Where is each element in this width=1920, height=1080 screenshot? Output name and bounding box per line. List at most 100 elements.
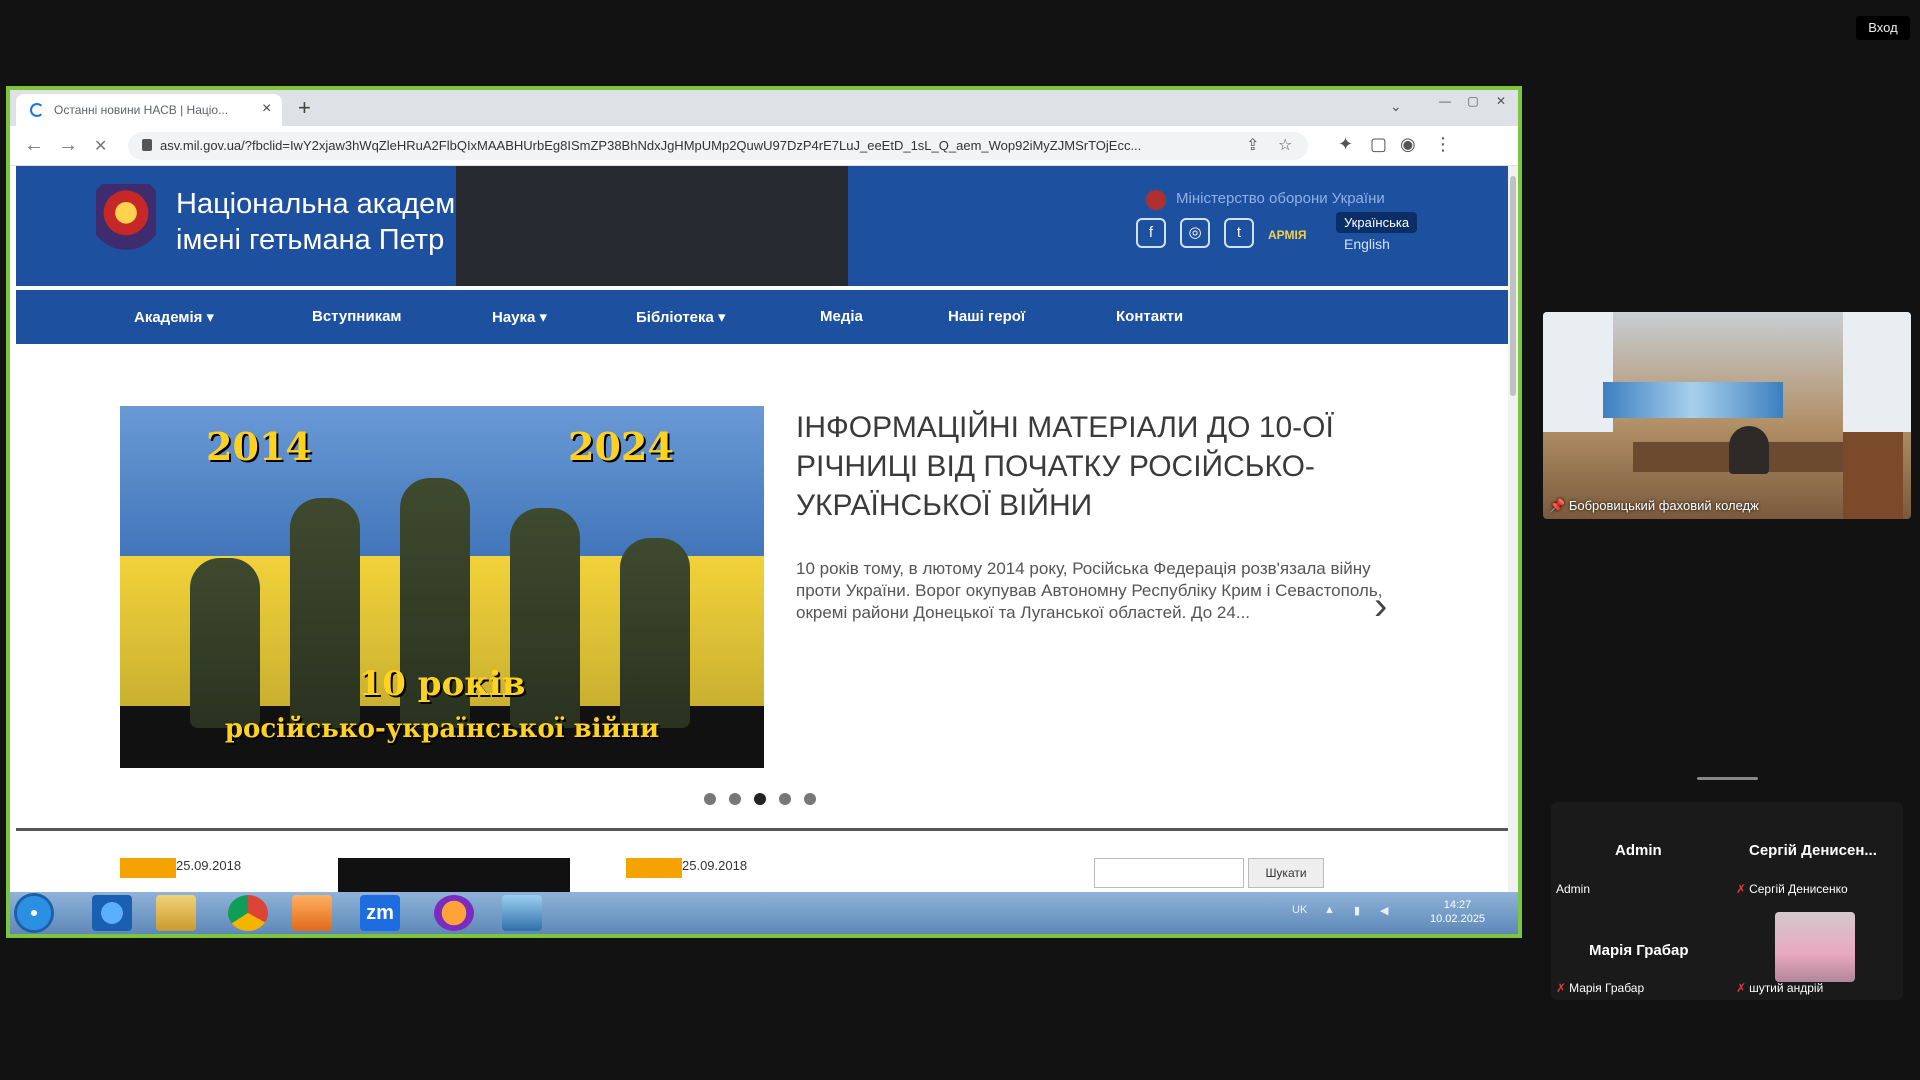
slide-excerpt: 10 років тому, в лютому 2014 року, Росій…: [796, 559, 1383, 622]
tab-strip: Останні новини НАСВ | Націо... × + ⌄ — ▢…: [10, 90, 1518, 126]
armia-logo[interactable]: АРМІЯ: [1268, 228, 1306, 242]
stop-loading-button[interactable]: ✕: [94, 136, 107, 156]
extensions-icon[interactable]: ✦: [1338, 134, 1353, 155]
participant-label: ✗ Марія Грабар: [1556, 981, 1644, 995]
nav-heroes[interactable]: Наші герої: [948, 308, 1025, 325]
sign-in-button[interactable]: Вход: [1856, 16, 1910, 40]
site-header: Національна академ імені гетьмана Петр М…: [16, 166, 1508, 286]
muted-mic-icon: ✗: [1736, 882, 1747, 896]
news-badge: [626, 858, 682, 878]
scrollbar-thumb[interactable]: [1510, 176, 1516, 396]
participant-label-text: шутий андрій: [1749, 981, 1824, 995]
website-viewport: Національна академ імені гетьмана Петр М…: [16, 166, 1508, 892]
twitter-icon[interactable]: t: [1224, 218, 1254, 248]
forward-button[interactable]: →: [58, 134, 78, 157]
nav-science[interactable]: Наука ▾: [492, 308, 547, 326]
nav-contacts[interactable]: Контакти: [1116, 308, 1183, 325]
clock-time: 14:27: [1443, 899, 1472, 911]
nav-library[interactable]: Бібліотека ▾: [636, 308, 726, 326]
crest-logo[interactable]: [96, 184, 156, 256]
news-date: 25.09.2018: [682, 858, 748, 873]
firefox-icon[interactable]: [434, 895, 474, 931]
participant-label: Admin: [1556, 882, 1591, 896]
nav-media[interactable]: Медіа: [820, 308, 863, 325]
volume-icon[interactable]: ◀: [1380, 904, 1388, 917]
tray-arrow-icon[interactable]: ▲: [1324, 904, 1335, 916]
slide-dots: [704, 792, 829, 810]
start-button[interactable]: [14, 893, 54, 933]
panel-drag-handle[interactable]: [1697, 777, 1758, 780]
tab-search-icon[interactable]: ⌄: [1390, 98, 1402, 115]
participant-video[interactable]: 📌 Бобровицький фаховий коледж: [1543, 312, 1911, 519]
new-tab-button[interactable]: +: [298, 95, 311, 121]
media-player-icon[interactable]: [292, 895, 332, 931]
site-title-line2: імені гетьмана Петр: [176, 224, 445, 256]
participant-thumbnail[interactable]: [1775, 912, 1855, 982]
tab-close-icon[interactable]: ×: [262, 100, 271, 118]
star-icon[interactable]: ☆: [1278, 135, 1292, 155]
wall-poster: [1603, 382, 1783, 418]
close-window-button[interactable]: ✕: [1484, 90, 1518, 112]
lock-icon[interactable]: [142, 139, 152, 151]
share-icon[interactable]: ⇪: [1246, 135, 1259, 155]
slide-image[interactable]: 2014 2024 10 років російсько-української…: [120, 406, 764, 768]
video-name-text: Бобровицький фаховий коледж: [1568, 498, 1759, 513]
ie-icon[interactable]: [92, 895, 132, 931]
nav-applicants[interactable]: Вступникам: [312, 308, 402, 325]
pin-icon: 📌: [1549, 498, 1569, 513]
zoom-icon[interactable]: zm: [360, 895, 400, 931]
slide-dot[interactable]: [704, 793, 716, 805]
main-nav: Академія ▾ Вступникам Наука ▾ Бібліотека…: [16, 290, 1508, 344]
browser-tab[interactable]: Останні новини НАСВ | Націо... ×: [16, 94, 282, 126]
system-clock[interactable]: 14:27 10.02.2025: [1430, 898, 1485, 926]
language-ukrainian[interactable]: Українська: [1336, 212, 1418, 233]
url-text[interactable]: asv.mil.gov.ua/?fbclid=IwY2xjaw3hWqZleHR…: [160, 138, 1160, 153]
podium: [1843, 432, 1903, 519]
muted-mic-icon: ✗: [1556, 981, 1567, 995]
chrome-icon[interactable]: [228, 895, 268, 931]
site-title[interactable]: Національна академ імені гетьмана Петр: [176, 186, 455, 258]
language-english[interactable]: English: [1344, 236, 1390, 252]
nav-academy[interactable]: Академія ▾: [134, 308, 214, 326]
slide-war-caption: російсько-української війни: [224, 714, 660, 744]
network-icon[interactable]: ▮: [1354, 904, 1360, 917]
video-name-label: 📌 Бобровицький фаховий коледж: [1549, 498, 1759, 514]
back-button[interactable]: ←: [24, 134, 44, 157]
slide-years-caption: 10 років: [358, 664, 526, 704]
slide-title[interactable]: ІНФОРМАЦІЙНІ МАТЕРІАЛИ ДО 10-ОЇ РІЧНИЦІ …: [796, 408, 1376, 525]
shared-screen: Останні новини НАСВ | Націо... × + ⌄ — ▢…: [6, 86, 1522, 938]
page-scrollbar[interactable]: [1508, 166, 1518, 892]
ministry-link[interactable]: Міністерство оборони України: [1176, 190, 1385, 207]
participant-name: Сергій Денисен...: [1749, 842, 1877, 859]
window-background: [1843, 312, 1911, 432]
news-badge: [120, 858, 176, 878]
slide-year-end: 2024: [568, 424, 674, 469]
slide-dot[interactable]: [804, 793, 816, 805]
participant-name: Admin: [1615, 842, 1662, 859]
facebook-icon[interactable]: f: [1136, 218, 1166, 248]
language-indicator[interactable]: UK: [1292, 904, 1307, 916]
site-search-button[interactable]: Шукати: [1248, 858, 1324, 888]
news-date: 25.09.2018: [176, 858, 242, 873]
clock-date: 10.02.2025: [1430, 913, 1486, 925]
explorer-icon[interactable]: [156, 895, 196, 931]
site-title-line1: Національна академ: [176, 188, 456, 220]
participant-name: Марія Грабар: [1589, 942, 1689, 959]
news-thumbnail[interactable]: [338, 858, 570, 892]
slide-dot[interactable]: [729, 793, 741, 805]
photos-icon[interactable]: [502, 895, 542, 931]
sidepanel-icon[interactable]: ▢: [1370, 134, 1387, 155]
site-search-input[interactable]: [1094, 858, 1244, 888]
participant-person: [1729, 426, 1769, 474]
loading-spinner-icon: [30, 103, 44, 117]
menu-icon[interactable]: ⋮: [1434, 134, 1452, 155]
slide-dot-active[interactable]: [754, 793, 766, 805]
profile-icon[interactable]: ◉: [1400, 134, 1416, 155]
slide-dot[interactable]: [779, 793, 791, 805]
next-slide-arrow-icon[interactable]: ›: [1374, 584, 1387, 629]
participant-label-text: Сергій Денисенко: [1749, 882, 1848, 896]
instagram-icon[interactable]: ◎: [1180, 218, 1210, 248]
redacted-area: [456, 166, 848, 286]
tab-title: Останні новини НАСВ | Націо...: [54, 103, 229, 117]
address-bar[interactable]: asv.mil.gov.ua/?fbclid=IwY2xjaw3hWqZleHR…: [128, 132, 1308, 160]
